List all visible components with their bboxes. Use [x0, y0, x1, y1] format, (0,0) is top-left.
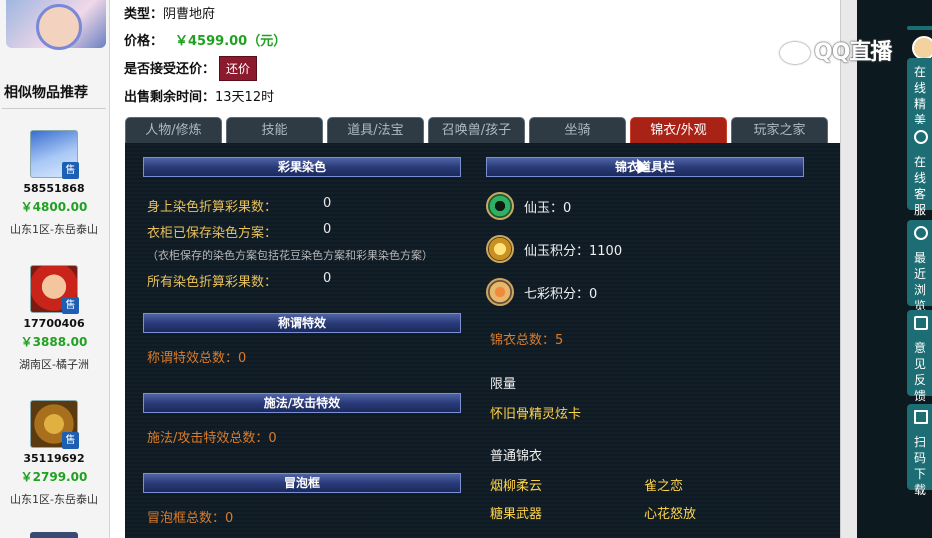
side-button-label: 最近浏览 [914, 251, 927, 313]
side-button-history[interactable]: 最近浏览 [907, 220, 932, 313]
rainbow-icon [486, 278, 514, 306]
item-price: ￥2799.00 [20, 470, 88, 484]
side-top-line [907, 26, 932, 30]
dye-note: （衣柜保存的染色方案包括花豆染色方案和彩果染色方案） [147, 249, 433, 262]
outfit-total: 锦衣总数：5 [490, 333, 564, 348]
limited-item[interactable]: 怀旧骨精灵炫卡 [490, 403, 581, 422]
ticket-icon [486, 235, 514, 263]
item-price: ￥4800.00 [20, 200, 88, 214]
edit-icon [914, 316, 928, 330]
dye-body-label: 身上染色折算彩果数： [147, 200, 278, 215]
item-server: 山东1区-东岳泰山 [10, 223, 98, 236]
side-button-download[interactable]: 扫码下载 [907, 404, 932, 497]
bargain-button[interactable]: 还价 [219, 56, 258, 81]
dye-section-title: 彩果染色 [143, 157, 461, 177]
dye-wardrobe-value: 0 [323, 222, 332, 237]
item-server: 湖南区-橘子洲 [19, 358, 89, 371]
dye-body-value: 0 [323, 196, 332, 211]
type-value: 阴曹地府 [163, 7, 216, 22]
normal-label: 普通锦衣 [490, 449, 543, 464]
divider [2, 108, 106, 109]
limited-label: 限量 [490, 377, 517, 392]
jade-value: 仙玉：0 [524, 201, 572, 216]
item-thumbnail-partial [30, 532, 78, 538]
item-thumbnail[interactable]: 售 [30, 130, 79, 179]
user-avatar[interactable] [912, 36, 932, 60]
watermark-text: QQ直播 [814, 40, 892, 65]
qr-scan-icon [914, 410, 928, 424]
item-server: 山东1区-东岳泰山 [10, 493, 98, 506]
outfit-panel: 彩果染色 身上染色折算彩果数： 0 衣柜已保存染色方案： 0 （衣柜保存的染色方… [125, 143, 840, 538]
tab-outfit[interactable]: 锦衣/外观 [630, 117, 727, 143]
side-button-label: 在线精美 [914, 65, 927, 127]
side-button-support[interactable]: 在线客服 [907, 124, 932, 217]
side-button-label: 意见反馈 [914, 341, 927, 403]
title-effect-total: 称谓特效总数：0 [147, 351, 247, 366]
side-button-feedback[interactable]: 意见反馈 [907, 310, 932, 403]
rainbow-points-value: 七彩积分：0 [524, 287, 598, 302]
item-thumbnail[interactable]: 售 [30, 265, 79, 314]
qq-logo-icon [780, 42, 810, 64]
remaining-label: 出售剩余时间： [124, 90, 216, 105]
dye-wardrobe-label: 衣柜已保存染色方案： [147, 226, 278, 241]
tab-items[interactable]: 道具/法宝 [327, 117, 424, 143]
side-button-label: 扫码下载 [914, 435, 927, 497]
side-button-label: 在线客服 [914, 155, 927, 217]
item-id: 35119692 [23, 452, 85, 465]
bargain-row: 是否接受还价： 还价 [124, 56, 258, 81]
price-row: 价格： ￥4599.00（元） [124, 30, 286, 49]
similar-items-title: 相似物品推荐 [4, 85, 88, 101]
sell-badge: 售 [62, 432, 79, 449]
type-label: 类型： [124, 7, 164, 22]
bargain-label: 是否接受还价： [124, 62, 216, 77]
headset-icon [914, 130, 928, 144]
qq-live-watermark: QQ直播 [780, 34, 892, 66]
cast-effect-section-title: 施法/攻击特效 [143, 393, 461, 413]
item-thumbnail[interactable]: 售 [30, 400, 79, 449]
bubble-section-title: 冒泡框 [143, 473, 461, 493]
similar-items-sidebar: 相似物品推荐 售 58551868 ￥4800.00 山东1区-东岳泰山 售 1… [0, 0, 110, 538]
sell-badge: 售 [62, 162, 79, 179]
title-effect-section-title: 称谓特效 [143, 313, 461, 333]
jade-points-value: 仙玉积分：1100 [524, 244, 623, 259]
similar-item[interactable]: 售 35119692 ￥2799.00 山东1区-东岳泰山 [0, 400, 108, 507]
clock-icon [914, 226, 928, 240]
character-avatar [6, 0, 106, 50]
tab-home[interactable]: 玩家之家 [731, 117, 828, 143]
normal-item[interactable]: 心花怒放 [644, 503, 696, 522]
item-id: 58551868 [23, 182, 85, 195]
normal-item[interactable]: 雀之恋 [644, 475, 683, 494]
similar-item[interactable]: 售 58551868 ￥4800.00 山东1区-东岳泰山 [0, 130, 108, 237]
similar-item[interactable]: 售 17700406 ￥3888.00 湖南区-橘子洲 [0, 265, 108, 372]
price-value: ￥4599.00（元） [175, 34, 287, 49]
dye-total-label: 所有染色折算彩果数： [147, 275, 278, 290]
item-price: ￥3888.00 [20, 335, 88, 349]
type-row: 类型：阴曹地府 [124, 3, 215, 22]
bubble-total: 冒泡框总数：0 [147, 511, 234, 526]
normal-item[interactable]: 糖果武器 [490, 503, 542, 522]
scrollbar[interactable] [840, 0, 857, 538]
tab-skills[interactable]: 技能 [226, 117, 323, 143]
remaining-time-row: 出售剩余时间：13天12时 [124, 86, 274, 105]
tab-mount[interactable]: 坐骑 [529, 117, 626, 143]
sell-badge: 售 [62, 297, 79, 314]
cast-effect-total: 施法/攻击特效总数：0 [147, 431, 277, 446]
jade-icon [486, 192, 514, 220]
normal-item[interactable]: 烟柳柔云 [490, 475, 542, 494]
dye-total-value: 0 [323, 271, 332, 286]
tab-bar: 人物/修炼 技能 道具/法宝 召唤兽/孩子 坐骑 锦衣/外观 玩家之家 [125, 117, 840, 143]
tab-character[interactable]: 人物/修炼 [125, 117, 222, 143]
price-label: 价格： [124, 34, 164, 49]
item-id: 17700406 [23, 317, 85, 330]
remaining-value: 13天12时 [215, 90, 275, 105]
tab-summons[interactable]: 召唤兽/孩子 [428, 117, 525, 143]
